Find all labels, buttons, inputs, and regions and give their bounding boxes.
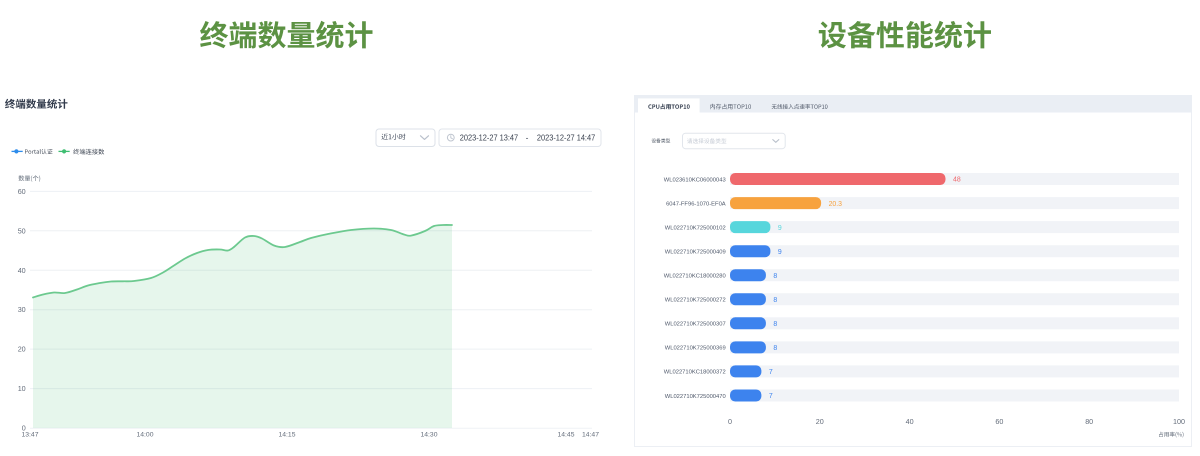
svg-text:13:47: 13:47: [21, 431, 38, 438]
svg-text:8: 8: [773, 297, 777, 304]
svg-text:WL022710K725000369: WL022710K725000369: [665, 346, 726, 352]
svg-text:2023-12-27 14:47: 2023-12-27 14:47: [537, 133, 596, 143]
svg-text:60: 60: [18, 187, 26, 196]
svg-text:WL023610KC06000043: WL023610KC06000043: [664, 177, 726, 183]
svg-text:40: 40: [906, 417, 914, 426]
svg-text:20: 20: [816, 417, 824, 426]
svg-text:14:47: 14:47: [582, 431, 599, 438]
svg-text:80: 80: [1085, 417, 1093, 426]
svg-text:20.3: 20.3: [829, 201, 843, 208]
svg-text:7: 7: [769, 369, 773, 376]
svg-text:14:00: 14:00: [136, 431, 153, 438]
svg-text:WL022710KC18000280: WL022710KC18000280: [664, 274, 726, 280]
svg-text:WL022710K725000102: WL022710K725000102: [665, 225, 726, 231]
svg-text:60: 60: [995, 417, 1003, 426]
svg-text:14:45: 14:45: [557, 431, 574, 438]
svg-text:9: 9: [778, 249, 782, 256]
svg-text:6047-FF96-1070-EF0A: 6047-FF96-1070-EF0A: [666, 201, 726, 207]
svg-text:30: 30: [18, 305, 26, 314]
svg-text:WL022710K725000409: WL022710K725000409: [665, 250, 726, 256]
svg-text:WL022710KC18000372: WL022710KC18000372: [664, 370, 726, 376]
svg-text:-: -: [526, 133, 529, 143]
svg-text:WL022710K725000272: WL022710K725000272: [665, 298, 726, 304]
svg-text:14:30: 14:30: [420, 431, 437, 438]
svg-text:10: 10: [18, 384, 26, 393]
svg-text:2023-12-27 13:47: 2023-12-27 13:47: [460, 133, 519, 143]
svg-text:WL022710K725000470: WL022710K725000470: [665, 394, 726, 400]
svg-text:WL022710K725000307: WL022710K725000307: [665, 322, 726, 328]
svg-text:100: 100: [1173, 417, 1185, 426]
svg-text:40: 40: [18, 266, 26, 275]
svg-text:8: 8: [773, 321, 777, 328]
svg-text:9: 9: [778, 225, 782, 232]
svg-text:0: 0: [728, 417, 732, 426]
svg-text:48: 48: [953, 177, 961, 184]
svg-text:14:15: 14:15: [278, 431, 295, 438]
svg-text:50: 50: [18, 226, 26, 235]
svg-text:8: 8: [773, 345, 777, 352]
svg-text:7: 7: [769, 393, 773, 400]
svg-text:8: 8: [773, 273, 777, 280]
svg-text:20: 20: [18, 345, 26, 354]
